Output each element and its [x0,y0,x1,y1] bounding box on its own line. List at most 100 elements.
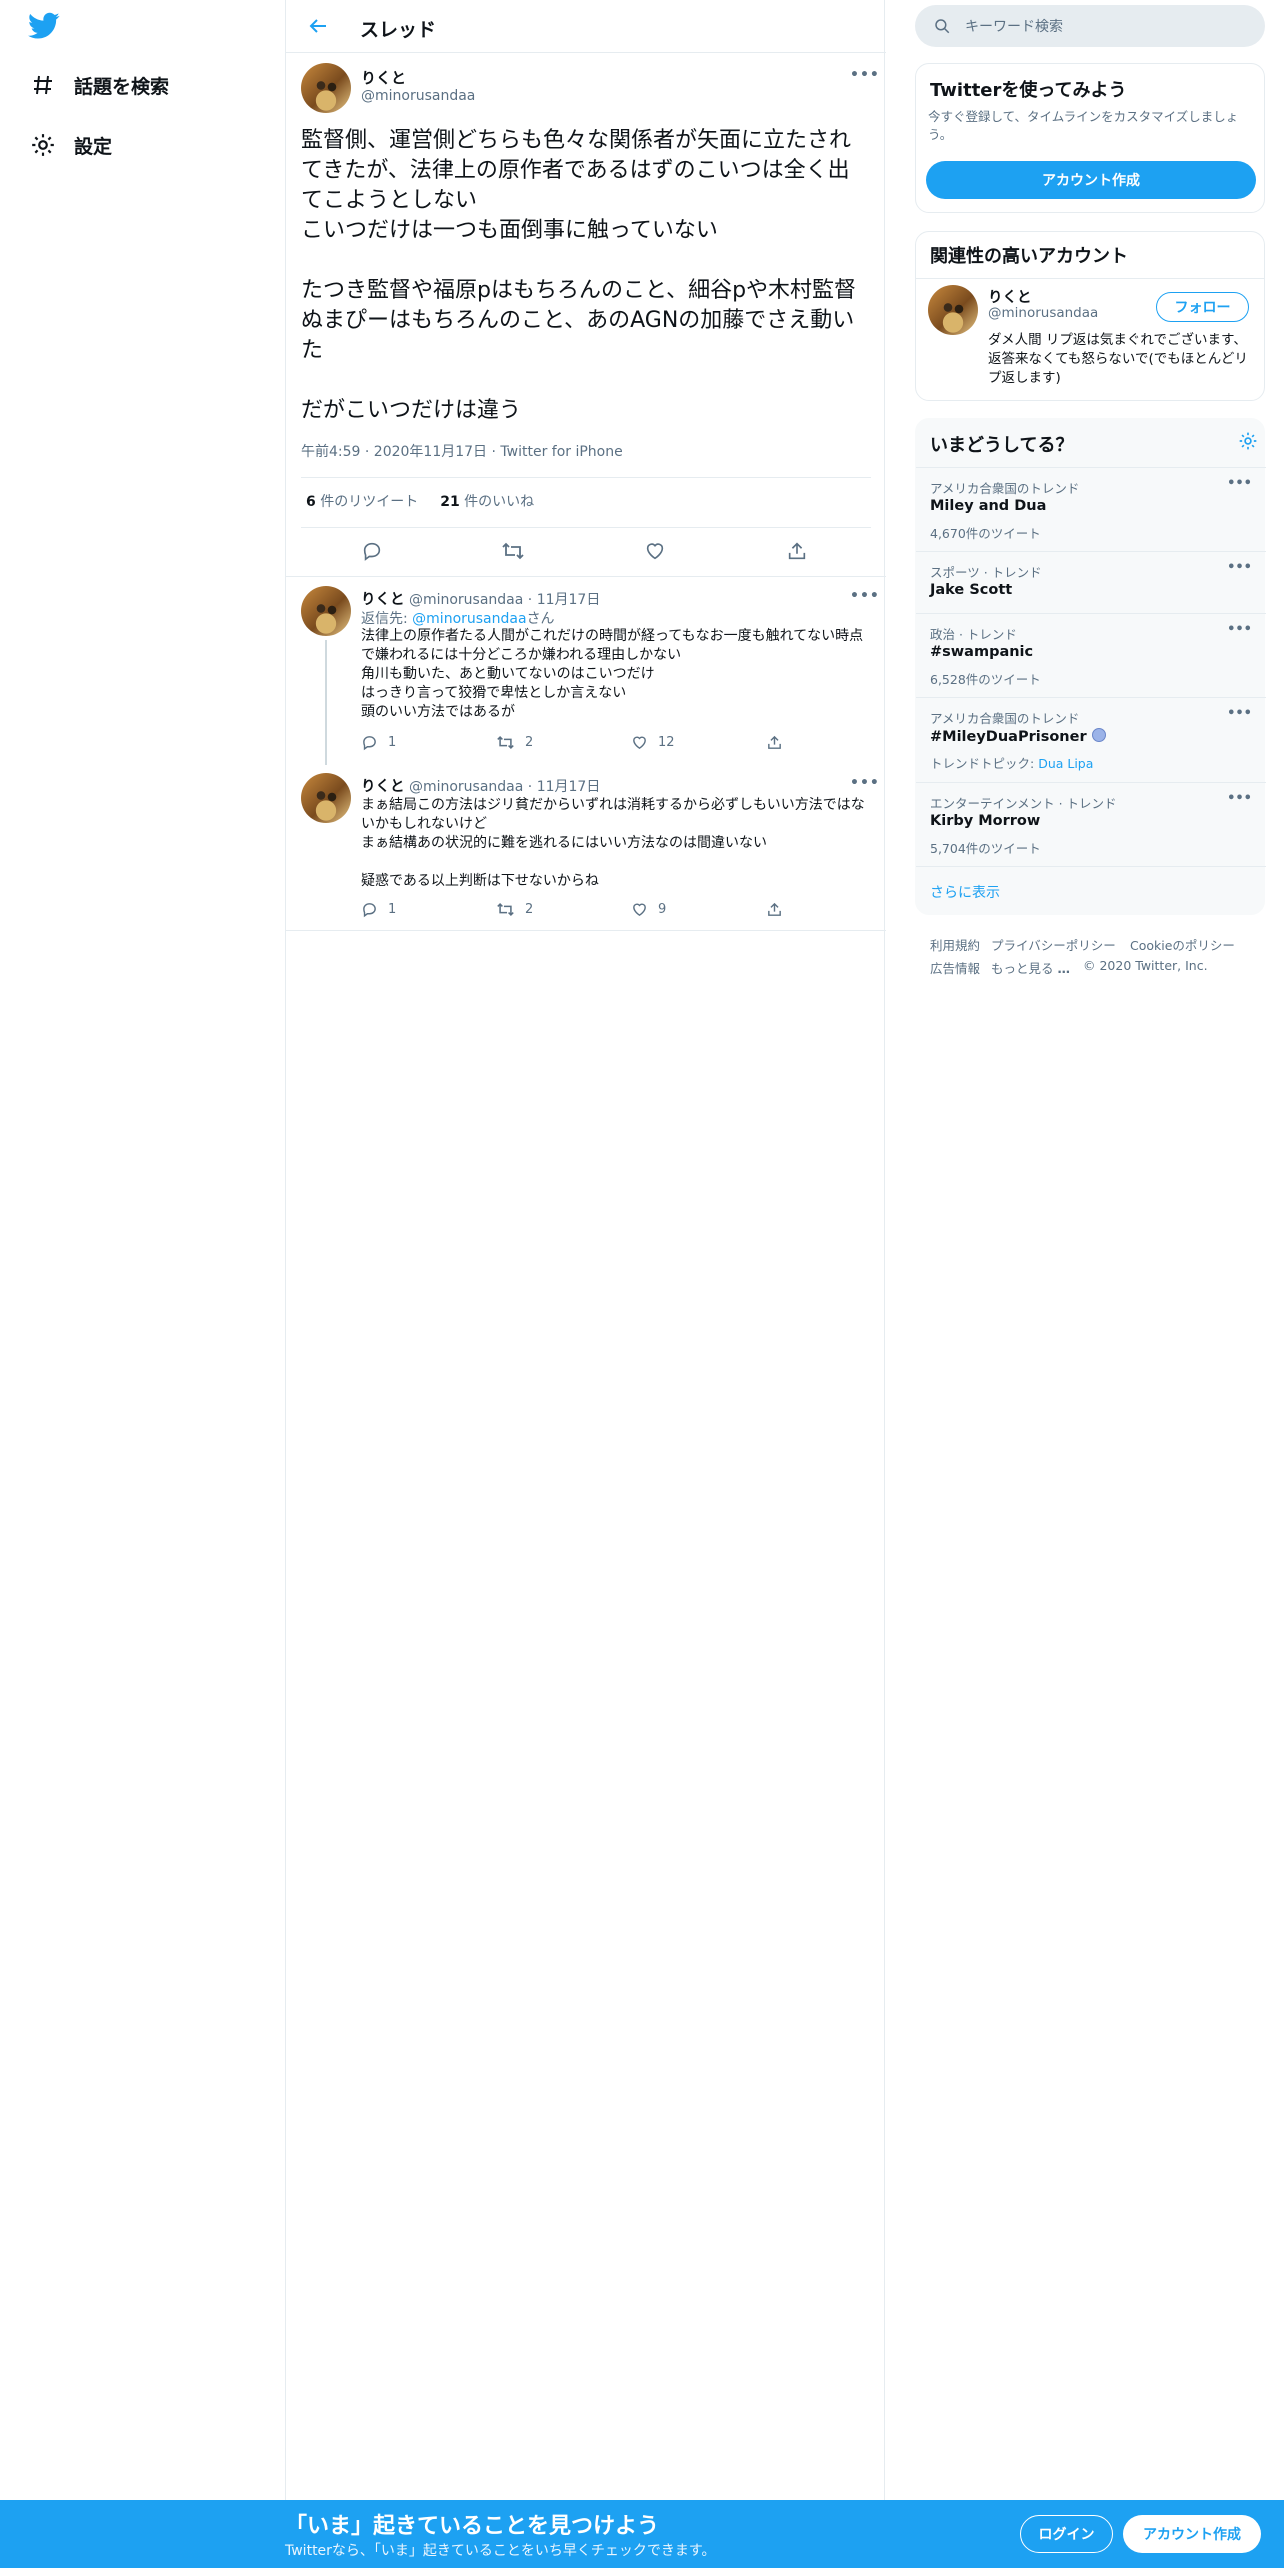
more-icon[interactable]: ••• [1227,476,1252,491]
like-icon[interactable] [644,540,666,566]
trend-topic-link[interactable]: Dua Lipa [1038,756,1093,771]
share-action[interactable] [766,734,793,751]
more-icon[interactable]: ••• [850,67,880,83]
search-input[interactable]: キーワード検索 [915,5,1265,47]
more-icon[interactable]: ••• [1227,560,1252,575]
reply-date[interactable]: · 11月17日 [528,779,601,795]
share-icon[interactable] [786,540,808,566]
share-icon [768,902,781,916]
related-bio: ダメ人間 リプ返は気まぐれでございます、返答来なくても怒らないで(でもほとんどリ… [988,332,1248,386]
nav-explore-label: 話題を検索 [74,75,170,98]
avatar[interactable] [928,285,978,335]
more-icon[interactable]: ••• [1227,706,1252,721]
back-arrow-icon[interactable] [306,14,330,42]
reply-icon[interactable] [361,540,383,566]
nav-settings[interactable]: 設定 [28,125,112,165]
reply-date[interactable]: · 11月17日 [528,592,601,608]
trend-count: 4,670件のツイート [930,526,1041,541]
login-button[interactable]: ログイン [1020,2515,1113,2553]
signup-description: 今すぐ登録して、タイムラインをカスタマイズしましょう。 [928,109,1239,142]
trend-title: #swampanic [930,644,1034,660]
more-icon[interactable]: ••• [850,775,880,791]
reply-count: 1 [388,735,397,750]
reply-icon [363,736,376,751]
tweet-text: 監督側、運営側どちらも色々な関係者が矢面に立たされてきたが、法律上の原作者である… [301,128,857,423]
divider [286,576,886,577]
like-action[interactable]: 9 [631,901,666,918]
trend-emoji-icon [1091,728,1106,742]
related-handle[interactable]: @minorusandaa [988,305,1098,321]
thread-column: スレッド りくと @minorusandaa ••• 監督側、運営側どちらも色々… [285,0,886,2500]
trend-category: スポーツ · トレンド [930,565,1042,580]
more-icon[interactable]: ••• [1227,622,1252,637]
trend-item[interactable]: アメリカ合衆国のトレンド #MileyDuaPrisoner トレンドトピック:… [916,697,1266,782]
right-sidebar: キーワード検索 Twitterを使ってみよう 今すぐ登録して、タイムラインをカス… [885,0,1284,2500]
trend-category: アメリカ合衆国のトレンド [930,711,1080,726]
likes-stat[interactable]: 21 件のいいね [440,491,534,511]
trend-item[interactable]: エンターテインメント · トレンド Kirby Morrow 5,704件のツイ… [916,782,1266,866]
trend-title-text: #MileyDuaPrisoner [930,729,1087,745]
bottom-subtext: Twitterなら、「いま」起きていることをいち早くチェックできます。 [285,2543,716,2559]
reply-author-name[interactable]: りくと [361,779,405,795]
retweet-count: 2 [525,902,534,917]
create-account-button[interactable]: アカウント作成 [926,161,1256,199]
reply-author-handle[interactable]: @minorusandaa [409,779,523,795]
footer-privacy-link[interactable]: プライバシーポリシー [991,935,1116,954]
retweets-label: 件のリツイート [320,494,419,510]
gear-icon [28,130,58,160]
reply-header: りくと @minorusandaa · 11月17日 [361,775,600,796]
like-count: 9 [658,902,667,917]
trend-title: Miley and Dua [930,498,1047,514]
trend-item[interactable]: アメリカ合衆国のトレンド Miley and Dua 4,670件のツイート •… [916,467,1266,551]
footer-terms-link[interactable]: 利用規約 [930,935,980,954]
trend-item[interactable]: スポーツ · トレンド Jake Scott ••• [916,551,1266,613]
reply-text: 法律上の原作者たる人間がこれだけの時間が経ってもなお一度も触れてない時点で嫌われ… [361,628,864,720]
retweet-action[interactable]: 2 [496,901,533,918]
trend-topic-prefix: トレンドトピック: [930,756,1039,771]
related-name[interactable]: りくと [988,286,1032,307]
footer-more-label: もっと見る [991,961,1054,976]
retweet-action[interactable]: 2 [496,734,533,751]
trend-category: エンターテインメント · トレンド [930,796,1117,811]
footer-more-link[interactable]: もっと見る … [991,958,1070,977]
reply-author-name[interactable]: りくと [361,592,405,608]
follow-button[interactable]: フォロー [1156,292,1249,322]
signup-title: Twitterを使ってみよう [930,80,1127,101]
more-icon[interactable]: ••• [850,588,880,604]
signup-card: Twitterを使ってみよう 今すぐ登録して、タイムラインをカスタマイズしましょ… [915,63,1265,213]
avatar[interactable] [301,773,351,823]
thread-line [325,640,327,765]
retweets-stat[interactable]: 6 件のリツイート [306,491,418,511]
avatar[interactable] [301,586,351,636]
signup-button[interactable]: アカウント作成 [1123,2515,1261,2553]
retweet-icon [497,902,514,917]
reply-to-handle-link[interactable]: @minorusandaa [412,611,526,627]
hashtag-icon [28,70,58,100]
gear-icon[interactable] [1238,431,1258,455]
like-action[interactable]: 12 [631,734,675,751]
reply-action[interactable]: 1 [361,734,396,751]
bottom-signup-bar: 「いま」起きていることを見つけよう Twitterなら、「いま」起きていることを… [0,2500,1284,2568]
avatar[interactable] [301,63,351,113]
footer-copyright: © 2020 Twitter, Inc. [1083,958,1208,973]
divider [301,477,871,478]
tweet-author-name[interactable]: りくと [361,67,406,88]
tweet-meta[interactable]: 午前4:59 · 2020年11月17日 · Twitter for iPhon… [301,441,623,461]
share-action[interactable] [766,901,793,918]
twitter-logo-icon[interactable] [28,12,62,42]
trend-topic: トレンドトピック: Dua Lipa [930,753,1093,772]
reply-to-prefix: 返信先: [361,611,413,627]
footer-cookie-link[interactable]: Cookieのポリシー [1130,935,1235,954]
more-icon[interactable]: ••• [1227,791,1252,806]
footer-ads-link[interactable]: 広告情報 [930,958,980,977]
retweet-icon[interactable] [501,540,525,566]
reply-author-handle[interactable]: @minorusandaa [409,592,523,608]
nav-explore[interactable]: 話題を検索 [28,65,169,105]
reply-action[interactable]: 1 [361,901,396,918]
reply-icon [363,903,376,918]
show-more-row[interactable]: さらに表示 [916,866,1266,916]
trend-item[interactable]: 政治 · トレンド #swampanic 6,528件のツイート ••• [916,613,1266,697]
tweet-author-handle[interactable]: @minorusandaa [361,88,475,104]
show-more-link[interactable]: さらに表示 [930,882,1000,902]
trend-title: #MileyDuaPrisoner [930,728,1106,745]
